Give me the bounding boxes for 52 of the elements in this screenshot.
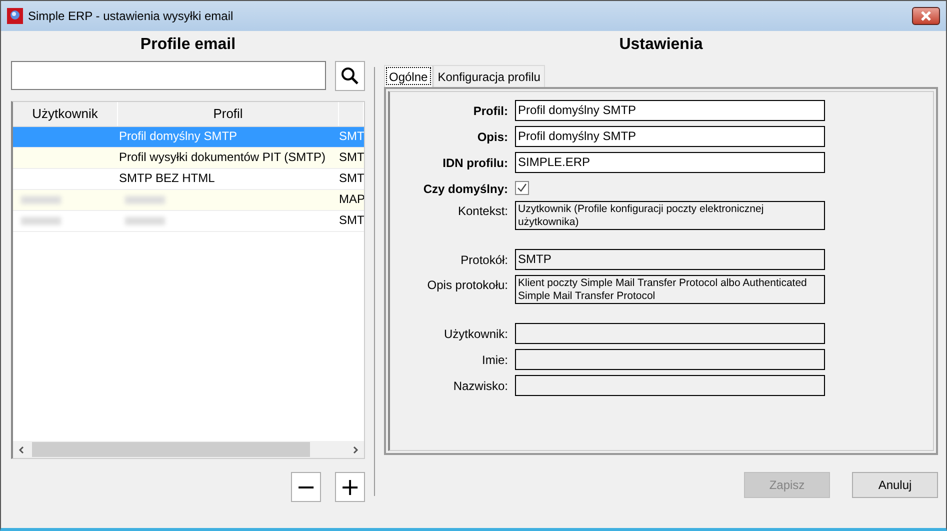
column-header[interactable]: Użytkownik	[13, 102, 118, 126]
panel-heading: Profile email	[139, 35, 237, 55]
table-cell: SMT	[339, 150, 364, 164]
app-icon	[7, 8, 23, 24]
column-header[interactable]: Profil	[118, 102, 339, 126]
field-label: Profil:	[472, 103, 508, 120]
field-label: Protokół:	[460, 252, 508, 269]
redacted-text	[21, 217, 61, 225]
cancel-button[interactable]: Anuluj	[852, 472, 938, 498]
field-label: Czy domyślny:	[422, 181, 508, 196]
scroll-right-icon	[351, 446, 359, 454]
input-field: SMTP	[515, 249, 825, 270]
input-field[interactable]: Profil domyślny SMTP	[515, 100, 825, 121]
field-label: Użytkownik:	[442, 326, 508, 343]
field-label: Opis protokołu:	[426, 277, 508, 294]
field-label: Opis:	[476, 129, 508, 146]
add-button[interactable]: +	[335, 472, 365, 502]
checkbox[interactable]	[515, 181, 529, 195]
table-row[interactable]: Profil wysyłki dokumentów PIT (SMTP) SMT	[13, 148, 364, 169]
search-button[interactable]	[335, 61, 365, 91]
close-button[interactable]	[912, 7, 940, 25]
table-cell: MAP	[339, 192, 364, 206]
table-cell: Profil wysyłki dokumentów PIT (SMTP)	[119, 150, 326, 164]
search-icon	[341, 67, 359, 85]
field-label: Imie:	[480, 352, 508, 369]
table-cell: SMT	[339, 171, 364, 185]
table-row[interactable]: MAP	[13, 190, 364, 211]
text-area: Klient poczty Simple Mail Transfer Protocol albo Authenticated Simple Mail Transfer Protocol	[515, 275, 825, 304]
panel-heading: Ustawienia	[618, 35, 704, 55]
text-area: Uzytkownik (Profile konfiguracji poczty elektronicznej użytkownika)	[515, 201, 825, 230]
table-cell: Profil domyślny SMTP	[119, 129, 238, 143]
scroll-left-icon	[18, 446, 26, 454]
field-label: Nazwisko:	[452, 378, 508, 395]
table-cell: SMT	[339, 213, 364, 227]
horizontal-scrollbar[interactable]	[13, 441, 364, 458]
window-title: Simple ERP - ustawienia wysyłki email	[28, 9, 234, 23]
field-label: Kontekst:	[456, 203, 508, 220]
table-cell: SMT	[339, 129, 364, 143]
input-field[interactable]: Profil domyślny SMTP	[515, 126, 825, 147]
redacted-text	[125, 217, 165, 225]
field-label: IDN profilu:	[442, 155, 508, 172]
scrollbar-thumb[interactable]	[32, 442, 310, 457]
search-field[interactable]	[11, 61, 326, 90]
input-field[interactable]: SIMPLE.ERP	[515, 152, 825, 173]
close-icon	[920, 11, 932, 21]
redacted-text	[21, 196, 61, 204]
remove-button[interactable]: −	[291, 472, 321, 502]
table-row[interactable]: SMT	[13, 211, 364, 232]
tab[interactable]: Ogólne	[384, 65, 433, 87]
tab[interactable]: Konfiguracja profilu	[432, 65, 546, 87]
table-cell: SMTP BEZ HTML	[119, 171, 215, 185]
redacted-text	[125, 196, 165, 204]
